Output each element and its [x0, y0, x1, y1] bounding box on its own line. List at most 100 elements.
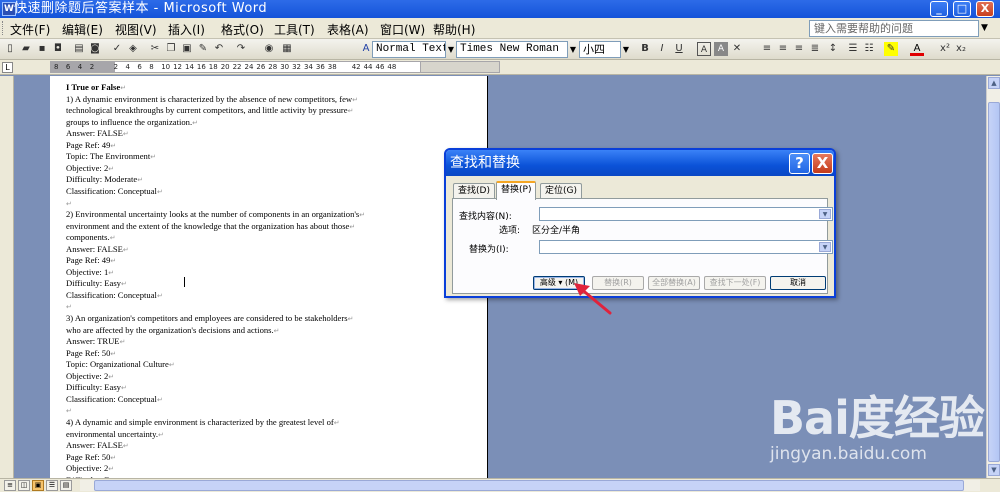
- new-document-icon[interactable]: ▯: [3, 42, 17, 56]
- menubar-grip[interactable]: [2, 21, 5, 35]
- cut-icon[interactable]: ✂: [148, 42, 162, 56]
- dialog-help-button[interactable]: ?: [789, 153, 810, 174]
- numbering-icon[interactable]: ☰: [846, 42, 860, 56]
- style-combo[interactable]: Normal Text: [372, 41, 446, 58]
- document-line[interactable]: Difficulty: Easy↵: [66, 382, 127, 392]
- subscript-icon[interactable]: x₂: [954, 42, 968, 56]
- document-line[interactable]: ↵: [66, 405, 72, 415]
- close-window-button[interactable]: X: [976, 1, 994, 17]
- document-line[interactable]: ↵: [66, 198, 72, 208]
- research-icon[interactable]: ◈: [126, 42, 140, 56]
- document-line[interactable]: Topic: Organizational Culture↵: [66, 359, 175, 369]
- document-line[interactable]: Page Ref: 50↵: [66, 452, 116, 462]
- find-history-dropdown-icon[interactable]: ▼: [819, 209, 831, 219]
- open-folder-icon[interactable]: ▰: [19, 42, 33, 56]
- document-line[interactable]: Answer: FALSE↵: [66, 244, 129, 254]
- reading-view-icon[interactable]: ▤: [60, 480, 72, 491]
- tables-borders-icon[interactable]: ▦: [280, 42, 294, 56]
- align-left-icon[interactable]: ≡: [760, 42, 774, 56]
- document-line[interactable]: 1) A dynamic environment is characterize…: [66, 94, 358, 104]
- spelling-icon[interactable]: ✓: [110, 42, 124, 56]
- menu-tools[interactable]: 工具(T): [274, 21, 315, 38]
- document-line[interactable]: Difficulty: Moderate↵: [66, 174, 143, 184]
- tab-replace[interactable]: 替换(P): [496, 181, 537, 200]
- replace-history-dropdown-icon[interactable]: ▼: [819, 242, 831, 252]
- document-line[interactable]: components.↵: [66, 232, 116, 242]
- paste-icon[interactable]: ▣: [180, 42, 194, 56]
- maximize-button[interactable]: □: [953, 1, 971, 17]
- tab-find[interactable]: 查找(D): [453, 183, 495, 199]
- underline-button[interactable]: U: [672, 42, 686, 56]
- document-line[interactable]: Objective: 2↵: [66, 463, 114, 473]
- cancel-button[interactable]: 取消: [770, 276, 826, 290]
- line-spacing-icon[interactable]: ↕: [826, 42, 840, 56]
- character-shading-icon[interactable]: A: [714, 42, 728, 56]
- web-view-icon[interactable]: ◫: [18, 480, 30, 491]
- replace-with-input[interactable]: ▼: [539, 240, 833, 254]
- document-line[interactable]: Answer: FALSE↵: [66, 128, 129, 138]
- save-icon[interactable]: ▪: [35, 42, 49, 56]
- document-line[interactable]: Objective: 2↵: [66, 371, 114, 381]
- replace-all-button[interactable]: 全部替换(A): [648, 276, 700, 290]
- font-size-combo[interactable]: 小四: [579, 41, 621, 58]
- menu-file[interactable]: 文件(F): [10, 21, 50, 38]
- find-what-input[interactable]: ▼: [539, 207, 833, 221]
- font-combo[interactable]: Times New Roman: [456, 41, 568, 58]
- print-preview-icon[interactable]: ◙: [88, 42, 102, 56]
- redo-icon[interactable]: ↷: [234, 42, 248, 56]
- highlight-icon[interactable]: ✎: [884, 42, 898, 56]
- justify-icon[interactable]: ≣: [808, 42, 822, 56]
- print-icon[interactable]: ▤: [72, 42, 86, 56]
- document-line[interactable]: environmental uncertainty.↵: [66, 429, 164, 439]
- tab-stop-selector-icon[interactable]: L: [2, 62, 13, 73]
- bullets-icon[interactable]: ☷: [862, 42, 876, 56]
- print-layout-view-icon[interactable]: ▣: [32, 480, 44, 491]
- menu-view[interactable]: 视图(V): [115, 21, 157, 38]
- document-line[interactable]: Classification: Conceptual↵: [66, 186, 163, 196]
- menu-table[interactable]: 表格(A): [327, 21, 369, 38]
- italic-button[interactable]: I: [655, 42, 669, 56]
- dialog-title-bar[interactable]: 查找和替换: [446, 150, 834, 176]
- document-line[interactable]: Topic: The Environment↵: [66, 151, 156, 161]
- document-line[interactable]: 3) An organization's competitors and emp…: [66, 313, 353, 323]
- menu-format[interactable]: 格式(O): [221, 21, 264, 38]
- superscript-icon[interactable]: x²: [938, 42, 952, 56]
- document-line[interactable]: environment and the extent of the knowle…: [66, 221, 355, 231]
- document-line[interactable]: Classification: Conceptual↵: [66, 394, 163, 404]
- document-line[interactable]: 4) A dynamic and simple environment is c…: [66, 417, 340, 427]
- document-line[interactable]: Page Ref: 49↵: [66, 255, 116, 265]
- undo-icon[interactable]: ↶: [212, 42, 226, 56]
- normal-view-icon[interactable]: ≡: [4, 480, 16, 491]
- font-color-button[interactable]: A: [910, 42, 924, 56]
- document-line[interactable]: I True or False↵: [66, 82, 126, 92]
- scroll-up-icon[interactable]: ▲: [988, 77, 1000, 89]
- document-line[interactable]: Objective: 2↵: [66, 163, 114, 173]
- document-line[interactable]: Page Ref: 50↵: [66, 348, 116, 358]
- outline-view-icon[interactable]: ☰: [46, 480, 58, 491]
- font-size-dropdown-arrow-icon[interactable]: ▼: [620, 41, 632, 58]
- document-line[interactable]: 2) Environmental uncertainty looks at th…: [66, 209, 365, 219]
- font-dropdown-arrow-icon[interactable]: ▼: [567, 41, 579, 58]
- minimize-button[interactable]: _: [930, 1, 948, 17]
- document-line[interactable]: technological breakthroughs by current c…: [66, 105, 353, 115]
- document-line[interactable]: Answer: FALSE↵: [66, 440, 129, 450]
- document-line[interactable]: Objective: 1↵: [66, 267, 114, 277]
- menu-insert[interactable]: 插入(I): [168, 21, 205, 38]
- tab-goto[interactable]: 定位(G): [540, 183, 582, 199]
- permission-icon[interactable]: ◘: [51, 42, 65, 56]
- menu-help[interactable]: 帮助(H): [433, 21, 475, 38]
- document-line[interactable]: Page Ref: 49↵: [66, 140, 116, 150]
- find-next-button[interactable]: 查找下一处(F): [704, 276, 766, 290]
- document-line[interactable]: Classification: Conceptual↵: [66, 290, 163, 300]
- menu-edit[interactable]: 编辑(E): [62, 21, 103, 38]
- align-right-icon[interactable]: ≡: [792, 42, 806, 56]
- copy-icon[interactable]: ❐: [164, 42, 178, 56]
- help-search-input[interactable]: 键入需要帮助的问题: [809, 20, 979, 37]
- styles-icon[interactable]: A: [359, 42, 373, 56]
- align-center-icon[interactable]: ≡: [776, 42, 790, 56]
- document-line[interactable]: Answer: TRUE↵: [66, 336, 125, 346]
- help-dropdown-arrow-icon[interactable]: ▼: [981, 23, 988, 33]
- dialog-close-button[interactable]: X: [812, 153, 833, 174]
- document-line[interactable]: ↵: [66, 301, 72, 311]
- character-border-icon[interactable]: A: [697, 42, 711, 56]
